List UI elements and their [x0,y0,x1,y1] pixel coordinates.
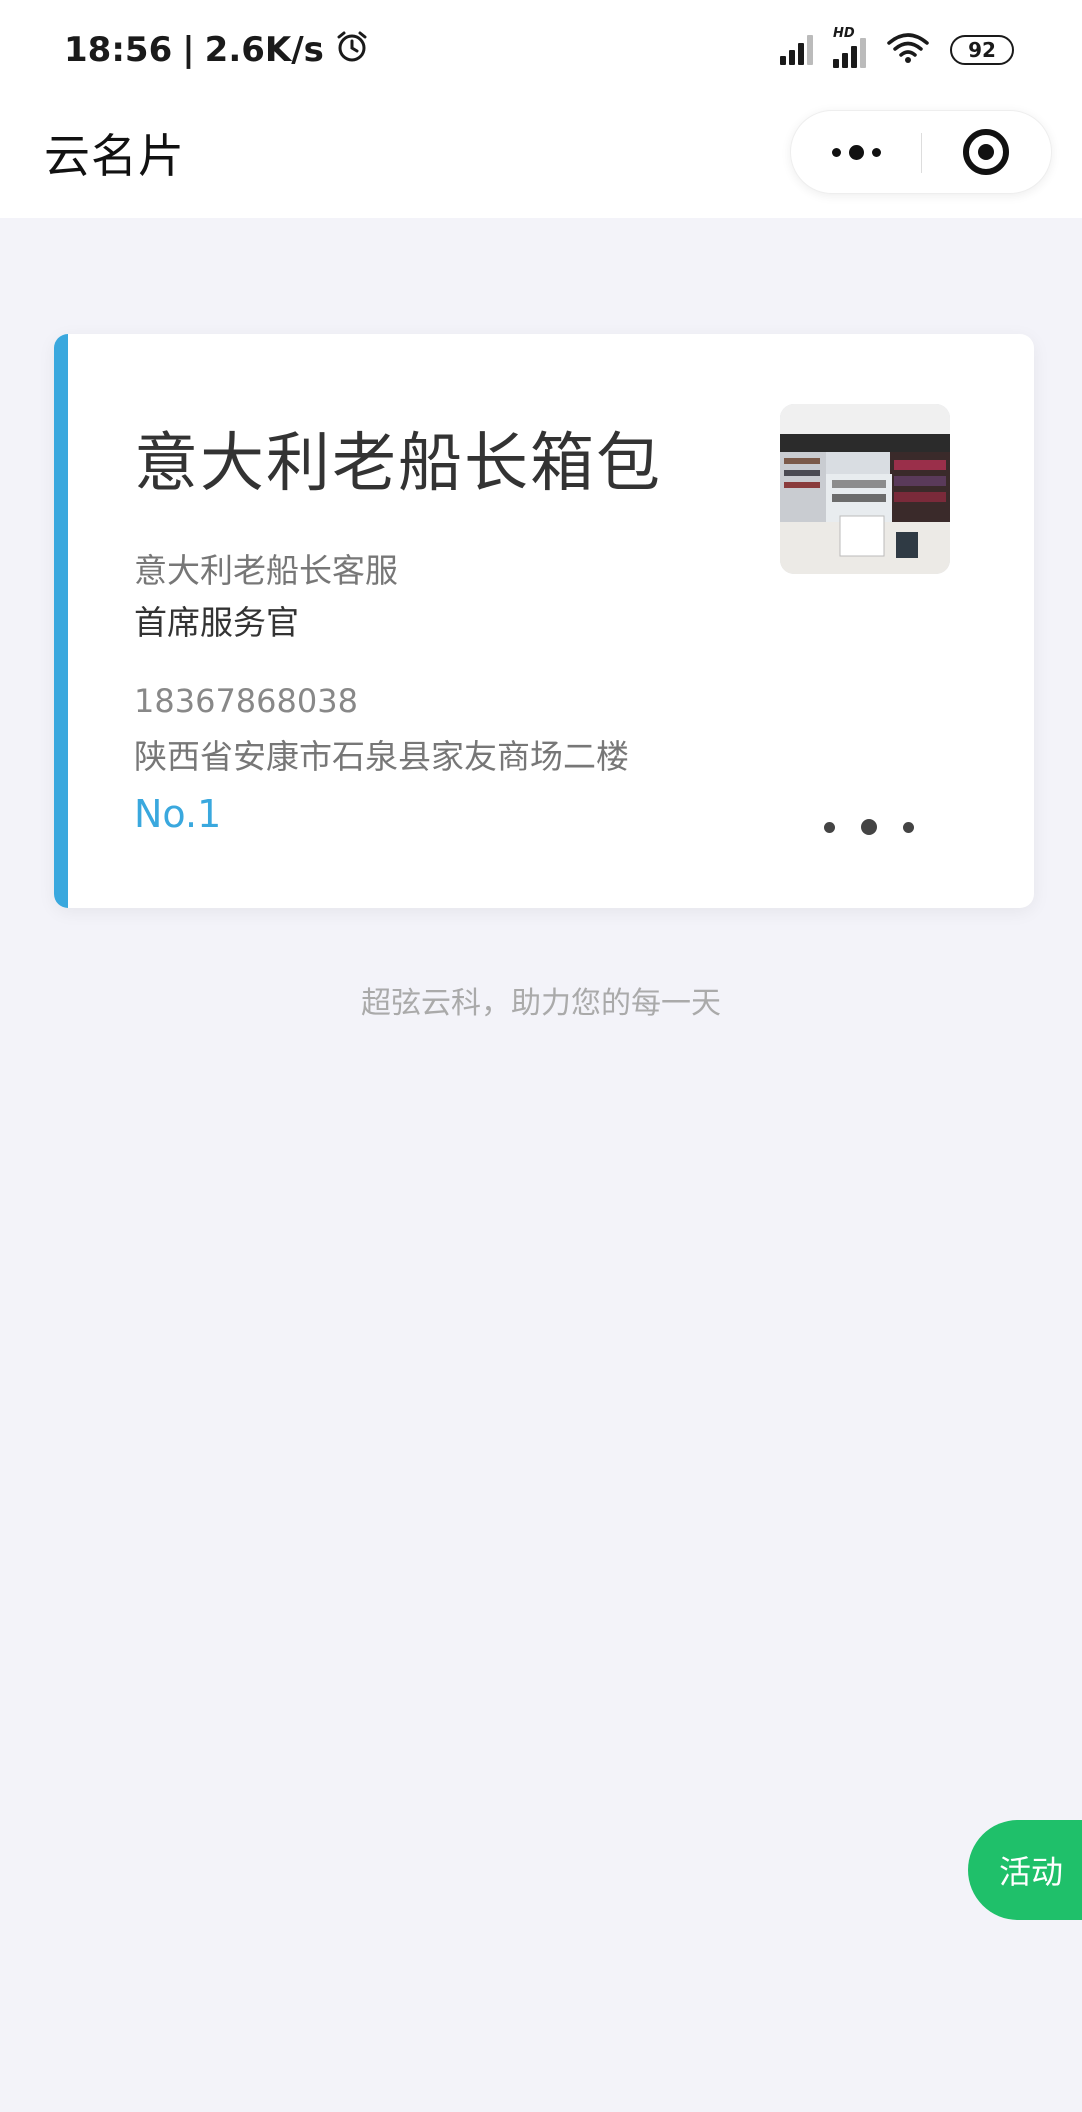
battery-icon: 92 [950,35,1014,65]
page-title: 云名片 [44,129,185,183]
address[interactable]: 陕西省安康市石泉县家友商场二楼 [134,730,629,778]
hd-signal-icon: HD [833,26,866,68]
wifi-icon [886,31,930,69]
cell-signal-icon [780,35,813,65]
contact-title: 首席服务官 [134,603,299,642]
status-right: HD 92 [780,26,1014,74]
status-left: 18:56 | 2.6K/s [64,26,370,74]
phone-number[interactable]: 18367868038 [134,682,358,720]
company-name: 意大利老船长箱包 [134,427,662,501]
network-speed: 2.6K/s [204,30,324,70]
contact-name: 意大利老船长客服 [134,551,398,590]
card-rank: No.1 [134,792,222,836]
business-card[interactable]: 意大利老船长箱包 意大利老船长客服 首席服务官 18367868038 陕西省安… [54,334,1034,908]
battery-level: 92 [968,38,996,62]
target-close-icon[interactable] [921,111,1051,193]
card-more-icon[interactable] [824,812,914,842]
footer-slogan: 超弦云科，助力您的每一天 [361,986,721,1021]
hd-label: HD [833,26,855,41]
more-dots-icon[interactable] [791,111,921,193]
mini-program-capsule [790,110,1052,194]
nav-bar: 云名片 [0,100,1082,218]
store-photo[interactable] [780,404,950,574]
card-accent-bar [54,334,68,908]
alarm-clock-icon [334,28,370,73]
activity-button[interactable]: 活动 [968,1820,1082,1920]
status-time: 18:56 [64,30,173,70]
status-separator: | [182,30,195,70]
status-bar: 18:56 | 2.6K/s HD 92 [0,0,1082,100]
